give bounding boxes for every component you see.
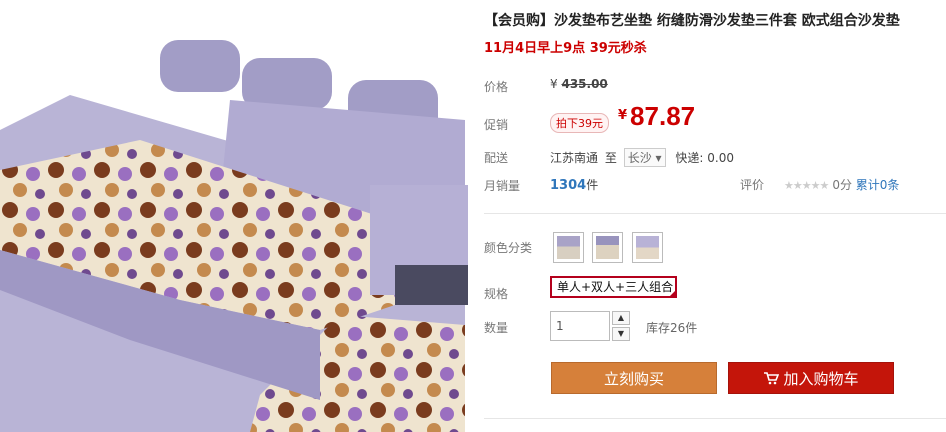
rating: 评价 ★★★★★ 0分 累计0条 [740,176,899,193]
quantity-decrease-button[interactable]: ▼ [612,327,630,341]
spec-label: 规格 [484,287,509,301]
city-value: 长沙 [627,151,652,165]
product-title: 【会员购】沙发垫布艺坐垫 绗缝防滑沙发垫三件套 欧式组合沙发垫 [484,13,900,29]
color-option-3[interactable] [632,232,663,263]
spec-option-selected[interactable]: 单人+双人+三人组合 [550,276,677,298]
price-label: 价格 [484,80,509,94]
watermark: 18 [892,379,934,414]
city-select[interactable]: 长沙 ▾ [623,148,666,167]
sales-count: 1304 [550,178,587,193]
monthly-sales: 1304件 [550,176,598,193]
cart-icon [763,364,780,396]
promo-text: 11月4日早上9点 39元秒杀 [484,41,647,56]
quantity-input[interactable]: 1 [550,311,610,341]
buy-now-button[interactable]: 立刻购买 [551,362,717,394]
quantity-increase-button[interactable]: ▲ [612,311,630,325]
ship-to-word: 至 [604,151,617,165]
quantity-label: 数量 [484,321,509,335]
current-price-value: 87.87 [630,101,696,131]
color-label: 颜色分类 [484,241,533,255]
chevron-down-icon: ▾ [655,151,662,165]
add-to-cart-label: 加入购物车 [783,370,859,388]
color-option-1[interactable] [553,232,584,263]
selected-check-icon [668,289,677,298]
star-rating-icon: ★★★★★ [784,179,829,192]
shipping-info: 江苏南通 至 长沙 ▾ 快递: 0.00 [550,148,734,167]
color-option-2[interactable] [592,232,623,263]
currency-symbol: ¥ [550,77,558,91]
divider [484,418,946,419]
spec-value: 单人+双人+三人组合 [557,280,674,294]
ship-from: 江苏南通 [550,151,599,165]
review-count-link[interactable]: 累计0条 [856,178,900,192]
promo-label: 促销 [484,118,509,132]
add-to-cart-button[interactable]: 加入购物车 [728,362,894,394]
stock-text: 库存26件 [646,321,698,335]
sales-unit: 件 [586,178,599,192]
shipping-fee: 快递: 0.00 [675,151,734,165]
rating-score: 0分 [832,178,852,192]
shipping-label: 配送 [484,151,509,165]
current-price: ¥87.87 [618,101,695,132]
original-price-value: 435.00 [561,77,608,91]
currency-symbol: ¥ [618,108,628,123]
product-info: 【会员购】沙发垫布艺坐垫 绗缝防滑沙发垫三件套 欧式组合沙发垫 11月4日早上9… [484,0,946,432]
original-price: ¥ 435.00 [550,77,608,91]
divider [484,213,946,214]
sales-label: 月销量 [484,179,521,193]
product-photo [0,0,468,432]
promo-tag: 拍下39元 [550,113,609,133]
sofa-image [0,40,468,432]
rating-label: 评价 [740,178,765,192]
